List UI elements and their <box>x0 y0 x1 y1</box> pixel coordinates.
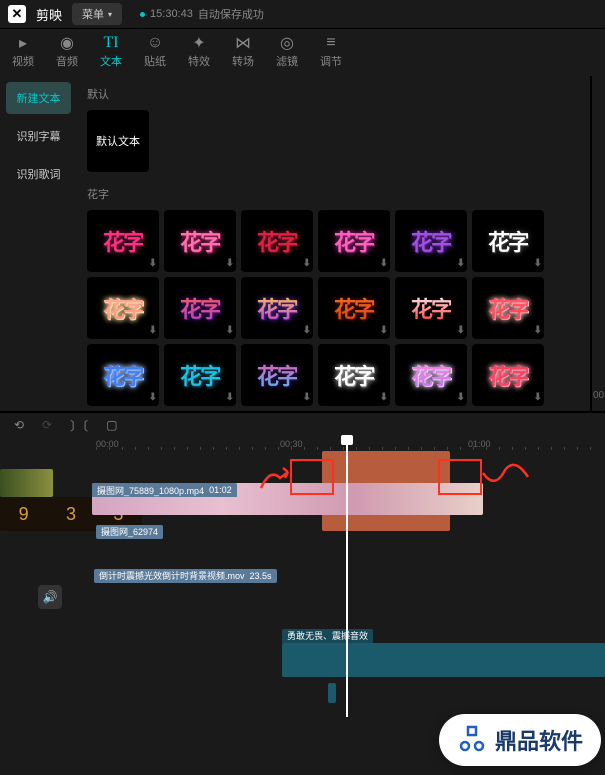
download-icon: ⬇ <box>457 325 463 336</box>
text-style-12[interactable]: 花字⬇ <box>472 277 544 339</box>
filter-icon: ◎ <box>278 36 296 50</box>
audio-clip[interactable] <box>282 643 605 677</box>
tab-audio[interactable]: ◉音频 <box>56 36 78 69</box>
undo-icon[interactable]: ⟲ <box>14 418 24 432</box>
redo-icon[interactable]: ⟳ <box>42 418 52 432</box>
download-icon: ⬇ <box>303 392 309 403</box>
download-icon: ⬇ <box>149 325 155 336</box>
style-grid: 花字⬇花字⬇花字⬇花字⬇花字⬇花字⬇花字⬇花字⬇花字⬇花字⬇花字⬇花字⬇花字⬇花… <box>87 210 580 406</box>
text-style-6[interactable]: 花字⬇ <box>472 210 544 272</box>
tab-effect[interactable]: ✦特效 <box>188 36 210 69</box>
text-style-17[interactable]: 花字⬇ <box>395 344 467 406</box>
download-icon: ⬇ <box>226 392 232 403</box>
video-clip-2-label: 摄图网_62974 <box>96 525 163 539</box>
sidebar-item-subtitle[interactable]: 识别字幕 <box>6 120 71 152</box>
download-icon: ⬇ <box>534 325 540 336</box>
audio-clip-label: 勇敢无畏、震撼音效 <box>282 629 373 643</box>
download-icon: ⬇ <box>380 392 386 403</box>
tab-adjust[interactable]: ≡调节 <box>320 36 342 69</box>
text-style-1[interactable]: 花字⬇ <box>87 210 159 272</box>
annotation-box-left <box>290 459 334 495</box>
download-icon: ⬇ <box>303 325 309 336</box>
mute-button[interactable]: 🔊 <box>38 585 62 609</box>
status-dot-icon <box>140 12 145 17</box>
download-icon: ⬇ <box>380 258 386 269</box>
sidebar: 新建文本 识别字幕 识别歌词 <box>0 76 77 411</box>
timeline-toolbar: ⟲ ⟳ 〕〔 ▢ <box>0 411 605 437</box>
audio-icon: ◉ <box>58 36 76 50</box>
delete-icon[interactable]: ▢ <box>106 418 117 432</box>
menu-button[interactable]: 菜单▾ <box>72 3 122 25</box>
text-style-2[interactable]: 花字⬇ <box>164 210 236 272</box>
download-icon: ⬇ <box>534 392 540 403</box>
save-status: 15:30:43 自动保存成功 <box>140 6 264 22</box>
transition-icon: ⋈ <box>234 36 252 50</box>
download-icon: ⬇ <box>380 325 386 336</box>
download-icon: ⬇ <box>149 258 155 269</box>
text-style-18[interactable]: 花字⬇ <box>472 344 544 406</box>
content-area: 默认 默认文本 花字 花字⬇花字⬇花字⬇花字⬇花字⬇花字⬇花字⬇花字⬇花字⬇花字… <box>77 76 590 411</box>
adjust-icon: ≡ <box>322 36 340 50</box>
text-style-13[interactable]: 花字⬇ <box>87 344 159 406</box>
titlebar: ✕ 剪映 菜单▾ 15:30:43 自动保存成功 <box>0 0 605 28</box>
text-style-3[interactable]: 花字⬇ <box>241 210 313 272</box>
watermark-logo-icon <box>457 725 487 755</box>
sticker-icon: ☺ <box>146 36 164 50</box>
download-icon: ⬇ <box>457 258 463 269</box>
top-tabs: ▸视频 ◉音频 TI文本 ☺贴纸 ✦特效 ⋈转场 ◎滤镜 ≡调节 <box>0 28 605 76</box>
text-style-15[interactable]: 花字⬇ <box>241 344 313 406</box>
watermark: 鼎品软件 <box>439 714 601 766</box>
time-ruler[interactable]: 00:00 00:30 01:00 <box>0 437 605 451</box>
annotation-box-right <box>438 459 482 495</box>
tab-filter[interactable]: ◎滤镜 <box>276 36 298 69</box>
text-style-11[interactable]: 花字⬇ <box>395 277 467 339</box>
text-style-10[interactable]: 花字⬇ <box>318 277 390 339</box>
tab-video[interactable]: ▸视频 <box>12 36 34 69</box>
download-icon: ⬇ <box>534 258 540 269</box>
preview-strip: 00 <box>590 76 605 411</box>
tab-sticker[interactable]: ☺贴纸 <box>144 36 166 69</box>
effect-icon: ✦ <box>190 36 208 50</box>
sidebar-item-lyrics[interactable]: 识别歌词 <box>6 158 71 190</box>
sidebar-item-new-text[interactable]: 新建文本 <box>6 82 71 114</box>
default-text-preset[interactable]: 默认文本 <box>87 110 149 172</box>
tab-text[interactable]: TI文本 <box>100 36 122 69</box>
text-icon: TI <box>102 36 120 50</box>
app-logo: ✕ <box>8 5 26 23</box>
download-icon: ⬇ <box>457 392 463 403</box>
download-icon: ⬇ <box>149 392 155 403</box>
tab-transition[interactable]: ⋈转场 <box>232 36 254 69</box>
video-icon: ▸ <box>14 36 32 50</box>
text-style-7[interactable]: 花字⬇ <box>87 277 159 339</box>
text-style-9[interactable]: 花字⬇ <box>241 277 313 339</box>
download-icon: ⬇ <box>303 258 309 269</box>
video-clip-3-label: 倒计时震撼光效倒计时背景视频.mov 23.5s <box>94 569 277 583</box>
download-icon: ⬇ <box>226 258 232 269</box>
text-style-16[interactable]: 花字⬇ <box>318 344 390 406</box>
text-style-14[interactable]: 花字⬇ <box>164 344 236 406</box>
section-huazi-label: 花字 <box>87 186 580 202</box>
small-audio-clip[interactable] <box>328 683 336 703</box>
video-clip-2[interactable] <box>0 469 53 497</box>
playhead[interactable] <box>346 437 348 717</box>
text-style-8[interactable]: 花字⬇ <box>164 277 236 339</box>
split-icon[interactable]: 〕〔 <box>70 417 88 434</box>
watermark-text: 鼎品软件 <box>495 724 583 756</box>
text-style-4[interactable]: 花字⬇ <box>318 210 390 272</box>
main-panel: 新建文本 识别字幕 识别歌词 默认 默认文本 花字 花字⬇花字⬇花字⬇花字⬇花字… <box>0 76 605 411</box>
download-icon: ⬇ <box>226 325 232 336</box>
app-name: 剪映 <box>36 5 62 24</box>
section-default-label: 默认 <box>87 86 580 102</box>
text-style-5[interactable]: 花字⬇ <box>395 210 467 272</box>
video-clip-1-label: 摄图网_75889_1080p.mp4 01:02 <box>92 483 237 497</box>
